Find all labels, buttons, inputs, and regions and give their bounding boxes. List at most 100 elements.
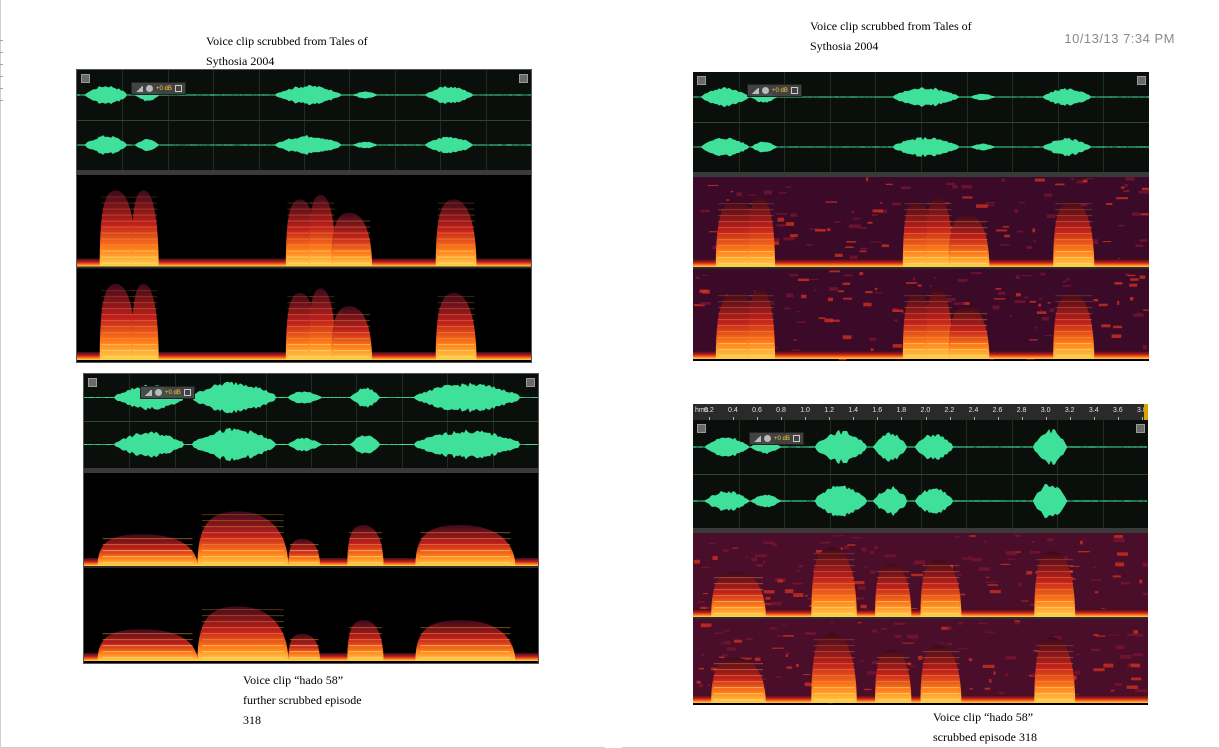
spectrogram-harmonic bbox=[876, 583, 910, 585]
spectrogram-harmonic bbox=[309, 214, 335, 216]
spectrogram-noise-speck bbox=[1138, 190, 1149, 194]
spectrogram-noise-speck bbox=[793, 593, 804, 597]
spectrogram-harmonic bbox=[922, 583, 960, 585]
spectrogram-noise-speck bbox=[853, 217, 860, 220]
panel-menu-icon[interactable] bbox=[697, 424, 706, 433]
spectrogram-harmonic bbox=[309, 208, 335, 210]
spectrogram-noise-speck bbox=[797, 278, 810, 282]
spectrogram-noise-speck bbox=[1014, 534, 1022, 537]
gain-value: +0 dB bbox=[165, 389, 181, 396]
spectrogram-noise-speck bbox=[1015, 293, 1021, 297]
spectrogram-noise-speck bbox=[998, 291, 1006, 295]
waveform-panel[interactable]: +0 dB bbox=[77, 70, 531, 170]
spectrogram-harmonic bbox=[1036, 577, 1074, 579]
spectrogram-harmonic bbox=[349, 538, 382, 540]
spectrogram-noise-speck bbox=[892, 309, 904, 312]
gain-knob-icon[interactable] bbox=[155, 389, 162, 396]
playhead-marker[interactable] bbox=[1144, 404, 1148, 420]
spectrogram-harmonic bbox=[349, 550, 382, 552]
spectrogram-noise-speck bbox=[993, 671, 996, 675]
spectrogram-harmonic bbox=[101, 256, 135, 258]
waveform-panel[interactable]: +0 dB bbox=[693, 420, 1148, 528]
gain-slope-icon[interactable] bbox=[135, 85, 143, 92]
spectrogram-harmonic bbox=[1036, 613, 1074, 615]
spectrogram-noise-speck bbox=[702, 593, 708, 595]
gain-knob-icon[interactable] bbox=[764, 435, 771, 442]
spectrogram-noise-speck bbox=[1082, 179, 1088, 183]
gain-hud[interactable]: +0 dB bbox=[140, 386, 195, 399]
spectrogram-panel[interactable] bbox=[77, 175, 531, 362]
pin-icon[interactable] bbox=[790, 87, 798, 94]
spectrogram-harmonic bbox=[813, 645, 855, 647]
ruler-tick-label: 1.4 bbox=[848, 407, 859, 414]
spectrogram-noise-speck bbox=[698, 601, 705, 603]
panel-menu-icon[interactable] bbox=[81, 74, 90, 83]
spectrogram-noise-speck bbox=[775, 213, 788, 215]
gain-knob-icon[interactable] bbox=[146, 85, 153, 92]
spectrogram-noise-speck bbox=[700, 209, 710, 213]
spectrogram-harmonic bbox=[749, 331, 774, 333]
spectrogram-noise-speck bbox=[701, 566, 711, 569]
gain-hud[interactable]: +0 dB bbox=[131, 82, 186, 95]
gain-hud[interactable]: +0 dB bbox=[749, 432, 804, 445]
spectrogram-noise-speck bbox=[771, 647, 784, 649]
spectrogram-noise-speck bbox=[754, 657, 761, 661]
spectrogram-noise-speck bbox=[801, 294, 807, 299]
spectrogram-noise-speck bbox=[838, 290, 844, 293]
gain-hud[interactable]: +0 dB bbox=[747, 84, 802, 97]
panel-menu-icon[interactable] bbox=[697, 76, 706, 85]
spectrogram-harmonic bbox=[876, 657, 910, 659]
spectrogram-harmonic bbox=[813, 693, 855, 695]
panel-expand-icon[interactable] bbox=[1137, 76, 1146, 85]
spectrogram-noise-speck bbox=[796, 321, 806, 323]
spectrogram-noise-speck bbox=[870, 241, 882, 243]
spectrogram-harmonic bbox=[1055, 257, 1093, 259]
spectrogram-noise-speck bbox=[1062, 285, 1072, 287]
spectrogram-noise-speck bbox=[1125, 177, 1135, 181]
spectrogram-harmonic bbox=[437, 326, 475, 328]
gain-slope-icon[interactable] bbox=[753, 435, 761, 442]
time-ruler[interactable]: hms 0.2 0.4 0.6 0.8 1.0 1.2 1.4 1.6 1.8 2.0 2.2 2.4 2… bbox=[693, 404, 1148, 420]
pin-icon[interactable] bbox=[183, 389, 191, 396]
panel-expand-icon[interactable] bbox=[526, 378, 535, 387]
spectrogram-noise-speck bbox=[1132, 653, 1144, 657]
spectrogram-noise-speck bbox=[833, 535, 845, 537]
spectrogram-noise-speck bbox=[1020, 600, 1029, 602]
gain-slope-icon[interactable] bbox=[144, 389, 152, 396]
gain-knob-icon[interactable] bbox=[762, 87, 769, 94]
caption-line: Sythosia 2004 bbox=[810, 39, 879, 53]
spectrogram-noise-speck bbox=[1120, 654, 1132, 659]
pin-icon[interactable] bbox=[174, 85, 182, 92]
spectrogram-noise-speck bbox=[978, 567, 990, 571]
spectrogram-noise-speck bbox=[707, 184, 719, 187]
panel-expand-icon[interactable] bbox=[519, 74, 528, 83]
spectrogram-harmonic bbox=[102, 633, 193, 635]
spectrogram-noise-speck bbox=[1047, 538, 1054, 542]
spectrogram-harmonic bbox=[876, 595, 910, 597]
waveform-panel[interactable]: +0 dB bbox=[84, 374, 538, 468]
spectrogram-noise-speck bbox=[913, 560, 926, 565]
spectrogram-harmonic bbox=[101, 208, 135, 210]
pin-icon[interactable] bbox=[792, 435, 800, 442]
spectrogram-harmonic bbox=[926, 319, 952, 321]
panel-expand-icon[interactable] bbox=[1136, 424, 1145, 433]
spectrogram-panel[interactable] bbox=[693, 533, 1148, 705]
spectrogram-noise-speck bbox=[1124, 184, 1128, 187]
waveform-panel[interactable]: +0 dB bbox=[693, 72, 1149, 172]
ruler-tick-label: 2.6 bbox=[992, 407, 1003, 414]
spectrogram-harmonic bbox=[749, 257, 774, 259]
spectrogram-panel[interactable] bbox=[693, 177, 1149, 361]
spectrogram-harmonic bbox=[102, 651, 193, 653]
spectrogram-energy-region bbox=[288, 633, 321, 661]
spectrogram-panel[interactable] bbox=[84, 473, 538, 663]
spectrogram-harmonic bbox=[713, 613, 763, 615]
spectrogram-harmonic bbox=[922, 663, 960, 665]
spectrogram-noise-speck bbox=[1126, 685, 1138, 689]
spectrogram-harmonic bbox=[950, 319, 988, 321]
spectrogram-noise-speck bbox=[842, 335, 852, 340]
gain-slope-icon[interactable] bbox=[751, 87, 759, 94]
spectrogram-harmonic bbox=[420, 633, 511, 635]
spectrogram-harmonic bbox=[101, 238, 135, 240]
spectrogram-noise-speck bbox=[1005, 672, 1009, 677]
panel-menu-icon[interactable] bbox=[88, 378, 97, 387]
